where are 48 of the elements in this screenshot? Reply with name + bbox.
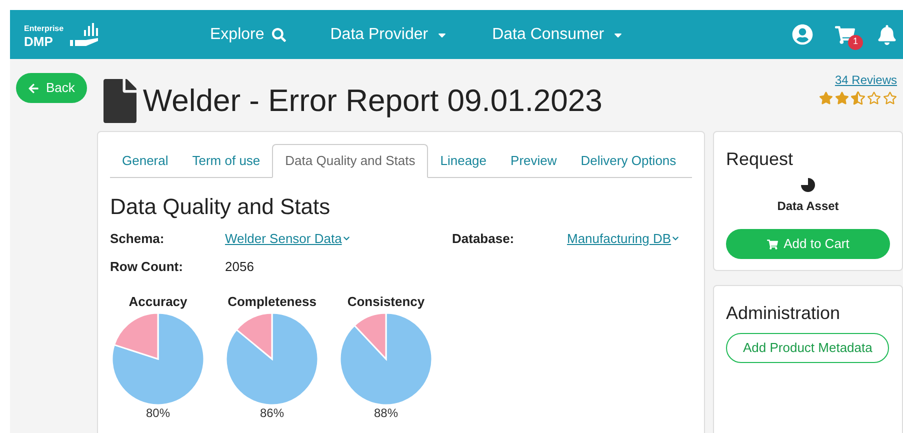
nav-link[interactable]: Data Consumer <box>492 22 624 46</box>
field-link[interactable]: Welder Sensor Data <box>225 229 452 248</box>
asset-label: Data Asset <box>777 198 839 215</box>
add-to-cart-button[interactable]: Add to Cart <box>726 229 890 259</box>
page-title: Welder - Error Report 09.01.2023 <box>142 82 602 120</box>
tab[interactable]: Term of use <box>180 144 272 177</box>
logo-icon <box>68 22 100 48</box>
section-heading: Data Quality and Stats <box>110 193 332 221</box>
bell-icon[interactable] <box>877 24 897 44</box>
nav-link[interactable]: Data Provider <box>330 22 448 46</box>
tab[interactable]: Lineage <box>428 144 499 177</box>
tab[interactable]: General <box>110 144 180 177</box>
chart-value: 80% <box>146 406 170 422</box>
logo-text: DMP <box>24 34 54 48</box>
arrow-left-icon <box>28 82 39 94</box>
star-icon <box>851 91 865 105</box>
field-label: Row Count: <box>110 258 184 276</box>
reviews-link[interactable]: 34 Reviews <box>834 71 897 89</box>
logo-text: Enterprise <box>24 24 64 32</box>
field-link[interactable]: Manufacturing DB <box>567 229 717 248</box>
field-value: 2056 <box>225 258 255 276</box>
chart-title: Accuracy <box>128 294 188 310</box>
document-icon <box>102 79 137 123</box>
star-icon <box>867 91 881 105</box>
add-metadata-button[interactable]: Add Product Metadata <box>726 333 890 363</box>
cart-icon <box>766 238 778 250</box>
user-icon[interactable] <box>792 24 813 45</box>
card-heading: Administration <box>726 302 842 325</box>
chart-title: Consistency <box>347 294 425 310</box>
tab[interactable]: Delivery Options <box>568 144 688 177</box>
star-icon <box>883 91 897 105</box>
chevron-icon <box>672 235 680 242</box>
search-icon <box>272 28 286 42</box>
tab[interactable]: Data Quality and Stats <box>272 144 428 178</box>
field-label: Schema: <box>110 230 166 248</box>
pie-icon <box>800 177 816 193</box>
back-button[interactable]: Back <box>16 73 87 103</box>
card-heading: Request <box>726 148 794 171</box>
chevron-icon <box>342 235 350 242</box>
field-label: Database: <box>452 230 516 248</box>
nav-link[interactable]: Explore <box>210 22 286 46</box>
star-icon <box>835 91 849 105</box>
tab[interactable]: Preview <box>498 144 569 177</box>
cart-count-badge: 1 <box>848 34 863 50</box>
chart-value: 88% <box>374 406 398 422</box>
chart-value: 86% <box>260 406 284 422</box>
star-icon <box>819 91 833 105</box>
chart-title: Completeness <box>228 294 316 310</box>
